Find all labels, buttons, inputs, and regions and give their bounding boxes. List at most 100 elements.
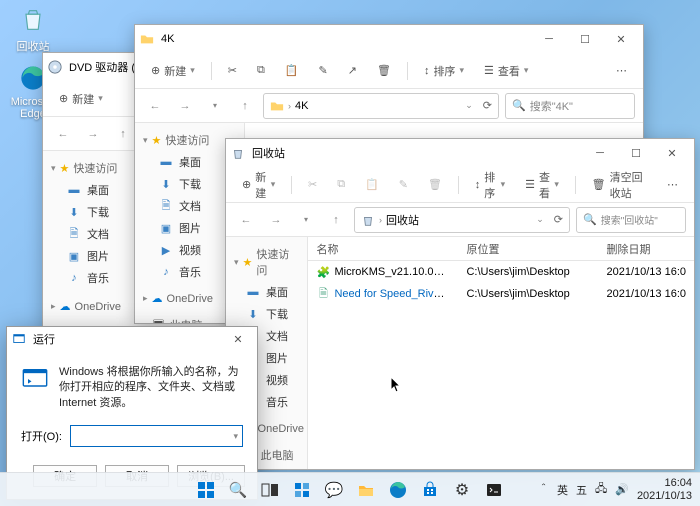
clock[interactable]: 16:04 2021/10/13 (637, 477, 692, 501)
settings-button[interactable]: ⚙ (447, 475, 477, 505)
cut-icon: ✂ (308, 178, 317, 191)
new-button[interactable]: ⊕新建▾ (234, 165, 283, 205)
delete-button[interactable]: 🗑 (369, 60, 399, 81)
table-row[interactable]: 🗎Need for Speed_Rivals 2021_10... C:\Use… (308, 283, 694, 305)
table-row[interactable]: 🧩MicroKMS_v21.10.08_Beta C:\Users\jim\De… (308, 261, 694, 283)
view-button[interactable]: ☰查看▾ (476, 59, 536, 83)
up-button[interactable]: ↑ (111, 122, 135, 146)
copy-button[interactable]: ⧉ (329, 174, 353, 195)
widgets-button[interactable] (287, 475, 317, 505)
new-button[interactable]: ⊕新建▾ (51, 87, 111, 111)
search-icon: 🔍 (229, 481, 248, 499)
sidebar-item-desktop[interactable]: ▬桌面 (226, 281, 307, 303)
explorer-button[interactable] (351, 475, 381, 505)
titlebar[interactable]: 4K ─ ☐ ✕ (135, 25, 643, 53)
start-button[interactable] (191, 475, 221, 505)
chevron-down-icon[interactable]: ▾ (294, 208, 318, 232)
empty-recycle-button[interactable]: 🗑清空回收站 (584, 165, 655, 205)
col-date[interactable]: 删除日期 (598, 237, 694, 260)
col-name[interactable]: 名称 (308, 237, 458, 260)
close-button[interactable]: ✕ (223, 327, 253, 351)
share-icon: ↗ (348, 64, 357, 77)
titlebar[interactable]: 回收站 ─ ☐ ✕ (226, 139, 694, 167)
chevron-down-icon[interactable]: ⌄ (465, 100, 473, 111)
more-button[interactable]: ⋯ (608, 60, 635, 81)
forward-button[interactable]: → (173, 94, 197, 118)
quick-access-header[interactable]: ▾★快速访问 (226, 243, 307, 281)
chevron-down-icon: ▾ (98, 93, 103, 104)
copy-button[interactable]: ⧉ (249, 60, 273, 81)
chevron-down-icon: ▾ (554, 179, 559, 190)
share-button[interactable]: ↗ (340, 60, 365, 81)
chevron-down-icon[interactable]: ▾ (233, 431, 238, 442)
cursor-icon (390, 376, 402, 394)
cut-button[interactable]: ✂ (220, 60, 245, 81)
download-icon: ⬇ (67, 205, 81, 219)
sort-icon: ↕ (475, 179, 481, 191)
close-button[interactable]: ✕ (654, 139, 690, 167)
desktop-recycle-bin[interactable]: 回收站 (8, 4, 58, 54)
ime-mode[interactable]: 五 (576, 482, 587, 498)
back-button[interactable]: ← (234, 208, 258, 232)
tray-chevron[interactable]: ＾ (538, 482, 549, 498)
sidebar-item-downloads[interactable]: ⬇下载 (226, 303, 307, 325)
desktop-icon: ▬ (67, 183, 81, 197)
up-button[interactable]: ↑ (324, 208, 348, 232)
view-button[interactable]: ☰查看▾ (517, 165, 567, 205)
maximize-button[interactable]: ☐ (567, 25, 603, 53)
cut-button[interactable]: ✂ (300, 174, 325, 195)
volume-icon[interactable]: 🔊 (615, 483, 629, 496)
edge-button[interactable] (383, 475, 413, 505)
rename-button[interactable]: ✎ (311, 60, 336, 81)
store-button[interactable] (415, 475, 445, 505)
chevron-right-icon: ▸ (143, 293, 148, 304)
more-button[interactable]: ⋯ (659, 174, 686, 195)
open-input[interactable]: ▾ (70, 425, 243, 447)
minimize-button[interactable]: ─ (531, 25, 567, 53)
ime-indicator[interactable]: 英 (557, 482, 568, 498)
search-button[interactable]: 🔍 (223, 475, 253, 505)
maximize-button[interactable]: ☐ (618, 139, 654, 167)
rename-button[interactable]: ✎ (391, 174, 416, 195)
titlebar[interactable]: 运行 ✕ (7, 327, 257, 351)
chevron-down-icon: ▾ (190, 65, 195, 76)
dialog-text: Windows 将根据你所输入的名称，为你打开相应的程序、文件夹、文档或 Int… (59, 365, 243, 411)
terminal-button[interactable] (479, 475, 509, 505)
close-button[interactable]: ✕ (603, 25, 639, 53)
address-input[interactable]: › 回收站 ⌄ ⟳ (354, 207, 570, 233)
window-title: 回收站 (252, 145, 582, 161)
search-input[interactable]: 🔍 搜索"回收站" (576, 207, 686, 233)
sort-button[interactable]: ↕排序▾ (416, 59, 472, 83)
back-button[interactable]: ← (51, 122, 75, 146)
sort-button[interactable]: ↕排序▾ (467, 165, 513, 205)
plus-icon: ⊕ (151, 64, 160, 77)
refresh-icon[interactable]: ⟳ (554, 213, 563, 226)
music-icon: ♪ (159, 265, 173, 279)
delete-button[interactable]: 🗑 (420, 174, 450, 195)
col-orig[interactable]: 原位置 (458, 237, 598, 260)
view-icon: ☰ (525, 178, 535, 191)
open-label: 打开(O): (21, 428, 62, 444)
chevron-down-icon[interactable]: ⌄ (536, 214, 544, 225)
search-input[interactable]: 🔍 搜索"4K" (505, 93, 635, 119)
taskview-button[interactable] (255, 475, 285, 505)
document-icon: 🗎 (67, 227, 81, 241)
sort-icon: ↕ (424, 65, 430, 77)
address-input[interactable]: › 4K ⌄ ⟳ (263, 93, 499, 119)
new-button[interactable]: ⊕新建▾ (143, 59, 203, 83)
paste-button[interactable]: 📋 (357, 174, 387, 195)
star-icon: ★ (152, 134, 162, 147)
forward-button[interactable]: → (264, 208, 288, 232)
forward-button[interactable]: → (81, 122, 105, 146)
refresh-icon[interactable]: ⟳ (483, 99, 492, 112)
chevron-down-icon[interactable]: ▾ (203, 94, 227, 118)
paste-button[interactable]: 📋 (277, 60, 307, 81)
minimize-button[interactable]: ─ (582, 139, 618, 167)
chat-button[interactable]: 💬 (319, 475, 349, 505)
back-button[interactable]: ← (143, 94, 167, 118)
up-button[interactable]: ↑ (233, 94, 257, 118)
toolbar: ⊕新建▾ ✂ ⧉ 📋 ✎ 🗑 ↕排序▾ ☰查看▾ 🗑清空回收站 ⋯ (226, 167, 694, 203)
network-icon[interactable]: 🖧 (595, 480, 607, 499)
video-icon: ▶ (159, 243, 173, 257)
chevron-down-icon: ▾ (234, 257, 239, 268)
